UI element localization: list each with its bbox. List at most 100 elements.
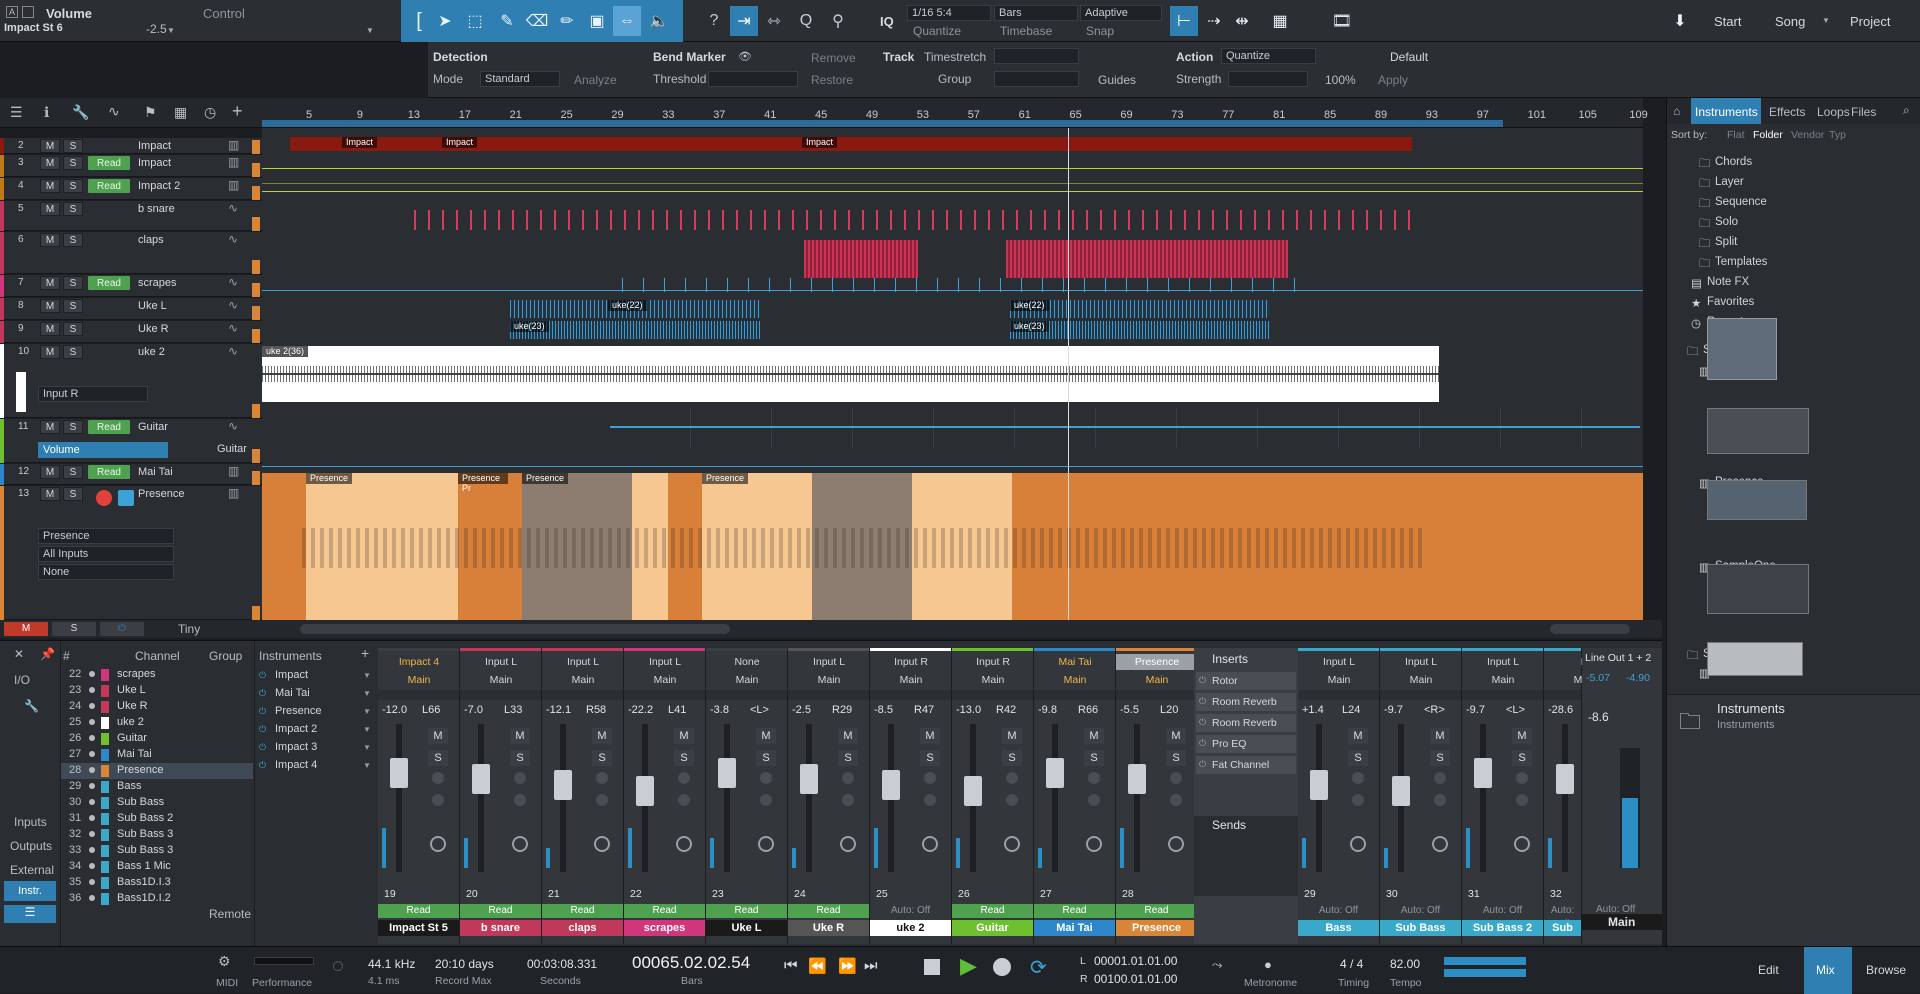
strip-name[interactable]: b snare — [460, 920, 541, 936]
project-button[interactable]: Project — [1850, 14, 1890, 29]
record-arm-icon[interactable] — [1352, 772, 1364, 784]
impact-thumbnail[interactable] — [1707, 318, 1777, 380]
pan-slider[interactable] — [788, 690, 869, 700]
record-arm-icon[interactable] — [596, 772, 608, 784]
monitor-icon[interactable] — [1434, 794, 1446, 806]
strip-volume[interactable]: -2.5 — [792, 704, 811, 716]
strip-automation[interactable]: Auto: Off — [870, 904, 951, 918]
automation-read-button[interactable]: Read — [88, 156, 130, 170]
browser-item[interactable]: Sequence — [1715, 196, 1767, 208]
fader-handle[interactable] — [964, 776, 982, 806]
rewind-icon[interactable]: ⏪ — [808, 957, 827, 975]
strip-input[interactable]: Input L — [624, 654, 706, 670]
fader-handle[interactable] — [390, 758, 408, 788]
browser-item[interactable]: Split — [1715, 236, 1737, 248]
fader-handle[interactable] — [1556, 764, 1574, 794]
solo-button[interactable]: S — [63, 487, 83, 501]
fader-handle[interactable] — [1474, 758, 1492, 788]
strip-name[interactable]: Sub — [1544, 920, 1581, 936]
trim-knob[interactable] — [1168, 836, 1184, 852]
monitor-icon[interactable] — [1088, 794, 1100, 806]
instrument-select[interactable]: Presence — [38, 528, 174, 544]
strip-solo[interactable]: S — [510, 750, 530, 766]
strip-mute[interactable]: M — [592, 728, 612, 744]
channel-row[interactable]: 36 Bass1D.I.2 — [61, 891, 253, 907]
visibility-dot-icon[interactable] — [89, 863, 95, 869]
record-arm-icon[interactable] — [1006, 772, 1018, 784]
list-icon[interactable]: ☰ — [4, 905, 56, 923]
grid-view-icon[interactable]: ▦ — [1266, 6, 1294, 36]
mojito-thumbnail[interactable] — [1707, 642, 1803, 676]
trim-knob[interactable] — [922, 836, 938, 852]
pan-slider[interactable] — [1544, 690, 1581, 700]
playhead[interactable] — [1068, 128, 1069, 620]
monitor-icon[interactable] — [1352, 794, 1364, 806]
insert-slot[interactable]: ⏻ Rotor — [1196, 672, 1296, 690]
output-select[interactable]: None — [38, 564, 174, 580]
add-instrument-icon[interactable]: + — [361, 645, 369, 661]
strip-output[interactable]: Main — [1034, 672, 1116, 688]
track-name[interactable]: Impact — [138, 140, 171, 152]
volume-value[interactable]: -2.5 — [146, 22, 167, 36]
strip-solo[interactable]: S — [1084, 750, 1104, 766]
solo-button[interactable]: S — [63, 139, 83, 153]
chevron-down-icon[interactable]: ▼ — [366, 26, 374, 35]
loop-range-bar[interactable] — [262, 120, 1643, 127]
mute-button[interactable]: M — [40, 487, 60, 501]
chevron-down-icon[interactable]: ▼ — [363, 725, 371, 734]
strip-mute[interactable]: M — [756, 728, 776, 744]
record-arm-icon[interactable] — [432, 772, 444, 784]
visibility-dot-icon[interactable] — [89, 815, 95, 821]
strip-input[interactable]: Input L — [542, 654, 624, 670]
solo-button[interactable]: S — [63, 276, 83, 290]
strength-slider[interactable] — [1228, 71, 1308, 87]
start-button[interactable]: Start — [1714, 14, 1741, 29]
pan-slider[interactable] — [1034, 690, 1115, 700]
record-arm-icon[interactable] — [678, 772, 690, 784]
sort-flat[interactable]: Flat — [1727, 129, 1745, 141]
mute-button[interactable]: M — [40, 420, 60, 434]
group-select[interactable] — [994, 71, 1079, 87]
mute-button[interactable]: M — [40, 202, 60, 216]
track-header[interactable]: 4 M S Read Impact 2 ▥ — [0, 178, 262, 200]
monitor-icon[interactable] — [1170, 794, 1182, 806]
tab-effects[interactable]: Effects — [1769, 105, 1805, 119]
metronome-icon[interactable]: ● — [1264, 957, 1272, 972]
home-icon[interactable]: ⌂ — [1673, 104, 1680, 118]
monitor-icon[interactable] — [842, 794, 854, 806]
strip-volume[interactable]: -9.7 — [1384, 704, 1403, 716]
help-icon[interactable]: ? — [700, 6, 728, 36]
timebase-select[interactable]: Bars — [994, 5, 1078, 21]
strip-mute[interactable]: M — [838, 728, 858, 744]
fader-handle[interactable] — [800, 764, 818, 794]
zoom-icon[interactable]: Q — [792, 6, 820, 36]
monitor-icon[interactable] — [432, 794, 444, 806]
autoscroll-icon[interactable]: ⇥ — [730, 6, 758, 36]
pan-slider[interactable] — [1462, 690, 1543, 700]
strip-pan[interactable]: L20 — [1160, 704, 1178, 716]
pan-slider[interactable] — [1380, 690, 1461, 700]
loop-end[interactable]: 00100.01.01.00 — [1094, 972, 1177, 986]
strip-automation[interactable]: Read — [378, 904, 459, 918]
strip-automation[interactable]: Read — [1116, 904, 1197, 918]
mute-tool-icon[interactable]: ▣ — [583, 6, 611, 36]
power-icon[interactable]: ⏻ — [1199, 759, 1206, 770]
fader-handle[interactable] — [882, 770, 900, 800]
track-header[interactable]: 10 M S uke 2 ∿ — [0, 344, 262, 418]
click-settings-icon[interactable]: ⤳ — [1212, 957, 1222, 973]
strip-input[interactable]: Mai Tai — [1034, 654, 1116, 670]
global-mute-button[interactable]: M — [4, 622, 48, 636]
strip-volume[interactable]: -12.0 — [382, 704, 407, 716]
power-icon[interactable]: ⏻ — [259, 724, 266, 735]
apply-button[interactable]: Apply — [1378, 73, 1408, 87]
claps-clip[interactable] — [1006, 240, 1288, 278]
track-header[interactable]: 12 M S Read Mai Tai ▥ — [0, 464, 262, 485]
chevron-down-icon[interactable]: ▼ — [1822, 16, 1830, 25]
strip-solo[interactable]: S — [1430, 750, 1450, 766]
strip-pan[interactable]: L41 — [668, 704, 686, 716]
strip-mute[interactable]: M — [1002, 728, 1022, 744]
track-size-select[interactable]: Tiny — [178, 622, 200, 636]
strip-volume[interactable]: -7.0 — [464, 704, 483, 716]
instrument-row[interactable]: ⏻ Impact 2 ▼ — [255, 721, 375, 739]
monitor-icon[interactable] — [924, 794, 936, 806]
